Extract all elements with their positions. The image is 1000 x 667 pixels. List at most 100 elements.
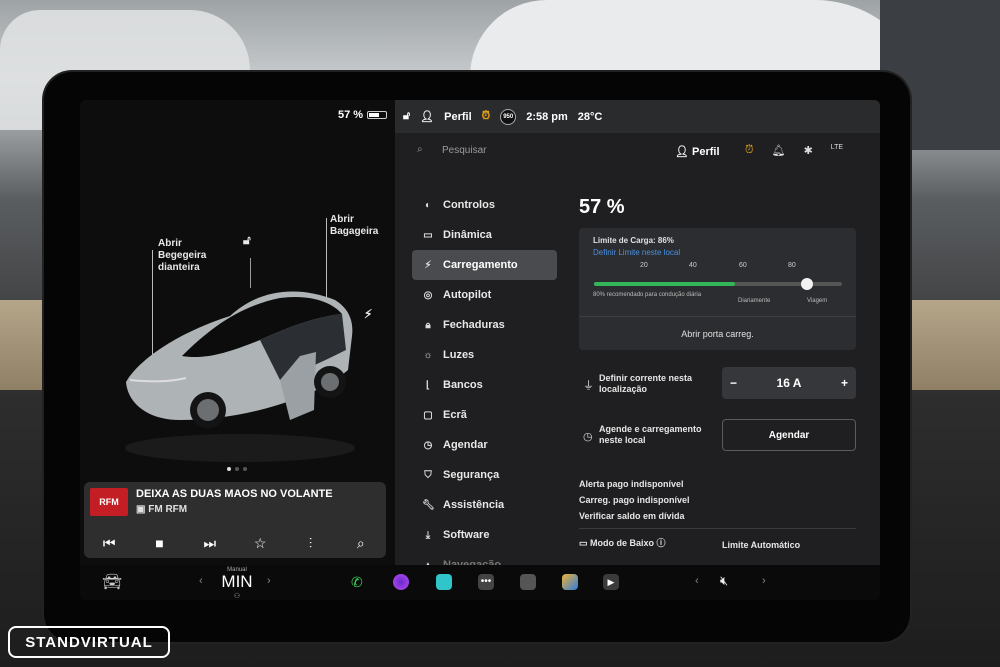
stop-icon[interactable]: ■ — [147, 535, 171, 552]
tick-label: 60 — [739, 262, 747, 269]
screen-icon: ▢ — [423, 409, 433, 421]
download-icon: ⤓ — [425, 529, 431, 541]
alarm-clock-icon[interactable]: ⏰︎ — [745, 144, 754, 157]
tick-label: 40 — [689, 262, 697, 269]
clock-time: 2:58 pm — [526, 110, 568, 123]
charge-limit-slider[interactable] — [594, 278, 842, 290]
battery-indicator: 57 % — [338, 109, 388, 121]
nav-item-autopilot[interactable]: ◎ Autopilot — [412, 280, 557, 310]
nav-item-controlos[interactable]: ◐ Controlos — [412, 190, 557, 220]
set-current-label: Definir corrente nesta localização — [599, 373, 693, 394]
section-divider — [579, 528, 856, 529]
alert-line: Verificar saldo em dívida — [579, 511, 685, 521]
unlock-icon[interactable]: 🔓︎ — [243, 234, 251, 246]
nav-item-seguranca[interactable]: ⛉ Segurança — [412, 460, 557, 490]
toggle-icon: ◐ — [424, 199, 432, 211]
search-icon[interactable]: ⌕ — [417, 144, 423, 155]
media-station: ▣ FM RFM — [136, 504, 188, 515]
nav-item-ecra[interactable]: ▢ Ecrã — [412, 400, 557, 430]
climate-setting: MIN — [221, 572, 253, 591]
carousel-dots[interactable] — [227, 467, 247, 471]
media-app-icon[interactable]: ▶ — [603, 574, 619, 590]
car-panel: 57 % Abrir Begegeira dianteira Abrir Bag… — [80, 100, 395, 565]
dashboard-wood-right — [905, 300, 1000, 390]
open-frunk-button[interactable]: Abrir Begegeira dianteira — [158, 238, 206, 274]
recommendation-note: 80% recomendado para condução diária — [593, 292, 702, 298]
decrease-current-button[interactable]: − — [730, 376, 737, 390]
nav-item-luzes[interactable]: ☼ Luzes — [412, 340, 557, 370]
shield-icon: ⛉ — [424, 469, 432, 481]
phone-icon[interactable]: ✆ — [351, 574, 367, 590]
volume-up-arrow-icon[interactable]: › — [762, 575, 766, 587]
temp-up-arrow-icon[interactable]: › — [267, 575, 271, 587]
schedule-button[interactable]: Agendar — [722, 419, 856, 451]
car-3d-model — [125, 291, 355, 462]
car-icon[interactable]: 🚘︎ — [102, 572, 122, 592]
sun-icon: ☼ — [423, 349, 433, 361]
nav-item-dinamica[interactable]: ▭ Dinâmica — [412, 220, 557, 250]
dashboard-wood-left — [0, 300, 50, 390]
calendar-icon[interactable] — [520, 574, 536, 590]
open-trunk-button[interactable]: Abrir Bagageira — [330, 214, 378, 238]
slider-ticks: 20 40 60 80 — [579, 262, 856, 272]
status-bar: 🔓︎ 👤︎ Perfil ⏰︎ 950 2:58 pm 28°C — [395, 100, 880, 133]
seat-heat-icon: ⚇ — [233, 593, 241, 600]
profile-icon: 👤︎ — [420, 111, 435, 123]
charge-percent: 57 % — [579, 196, 625, 218]
seat-icon: ⌊ — [426, 379, 430, 391]
bluetooth-icon[interactable]: ✱ — [804, 144, 813, 157]
search-row: ⌕ Pesquisar 👤︎ Perfil ⏰︎ 🔔︎ ✱ LTE — [395, 138, 880, 166]
camera-icon[interactable] — [393, 574, 409, 590]
theater-app-icon[interactable] — [562, 574, 578, 590]
nav-item-software[interactable]: ⤓ Software — [412, 520, 557, 550]
status-profile[interactable]: Perfil — [444, 111, 472, 123]
previous-track-icon[interactable]: ⏮︎ — [97, 535, 121, 552]
current-stepper: − 16 A + — [722, 367, 856, 399]
media-player: RFM DEIXA AS DUAS MAOS NO VOLANTE ▣ FM R… — [84, 482, 386, 558]
set-local-limit-link[interactable]: Definir Limite neste local — [593, 248, 680, 257]
charge-limit-label: Limite de Carga: 86% — [593, 236, 674, 245]
open-charge-port-button[interactable]: Abrir porta carreg. — [579, 316, 856, 350]
volume-mute-icon[interactable]: 🔇︎ — [720, 573, 728, 589]
touchscreen: 57 % Abrir Begegeira dianteira Abrir Bag… — [80, 100, 880, 600]
tick-label: 20 — [640, 262, 648, 269]
lock-status-icon[interactable]: 🔓︎ — [403, 110, 410, 123]
settings-panel: 🔓︎ 👤︎ Perfil ⏰︎ 950 2:58 pm 28°C ⌕ Pesqu… — [395, 100, 880, 571]
wrench-icon: 🔧︎ — [422, 499, 435, 511]
bottom-dock: 🚘︎ ‹ Manual MIN ⚇ › ✆ ••• ▶ ‹ 🔇︎ › — [80, 565, 880, 600]
alert-line: Carreg. pago indisponível — [579, 495, 690, 505]
climate-display[interactable]: Manual MIN ⚇ — [217, 565, 257, 600]
next-track-icon[interactable]: ⏭︎ — [198, 535, 222, 552]
toybox-app-icon[interactable] — [436, 574, 452, 590]
temp-down-arrow-icon[interactable]: ‹ — [199, 575, 203, 587]
nav-item-assistencia[interactable]: 🔧︎ Assistência — [412, 490, 557, 520]
lte-signal-icon: LTE — [830, 144, 844, 151]
outside-temperature: 28°C — [577, 110, 603, 123]
nav-item-carregamento[interactable]: ⚡︎ Carregamento — [412, 250, 557, 280]
charge-limit-knob[interactable] — [801, 278, 814, 290]
nav-item-fechaduras[interactable]: 🔒︎ Fechaduras — [412, 310, 557, 340]
notification-bell-icon[interactable]: 🔔︎ — [772, 144, 786, 157]
trip-label: Viagem — [807, 298, 828, 304]
settings-nav: ◐ Controlos ▭ Dinâmica ⚡︎ Carregamento ◎ Aut… — [412, 190, 557, 580]
battery-percent: 57 % — [338, 109, 364, 121]
current-charge-fill — [594, 282, 736, 286]
plug-icon: ⏚ — [583, 380, 594, 392]
auto-limit-label: Limite Automático — [722, 540, 801, 550]
alarm-icon: ⏰︎ — [481, 110, 491, 122]
search-input[interactable]: Pesquisar — [442, 145, 486, 156]
nav-item-bancos[interactable]: ⌊ Bancos — [412, 370, 557, 400]
media-controls: ⏮︎ ■ ⏭︎ ☆ ⫶ ⌕ — [84, 535, 386, 552]
media-search-icon[interactable]: ⌕ — [349, 535, 373, 552]
header-profile-button[interactable]: 👤︎ Perfil — [675, 145, 720, 158]
current-value: 16 A — [776, 376, 802, 390]
battery-icon — [367, 111, 388, 119]
favorite-star-icon[interactable]: ☆ — [248, 535, 272, 552]
volume-down-arrow-icon[interactable]: ‹ — [695, 575, 699, 587]
nav-item-agendar[interactable]: ◷ Agendar — [412, 430, 557, 460]
more-apps-icon[interactable]: ••• — [478, 574, 494, 590]
equalizer-icon[interactable]: ⫶ — [298, 535, 322, 552]
tick-label: 80 — [788, 262, 796, 269]
steering-wheel-icon: ◎ — [423, 289, 433, 301]
increase-current-button[interactable]: + — [841, 376, 848, 390]
